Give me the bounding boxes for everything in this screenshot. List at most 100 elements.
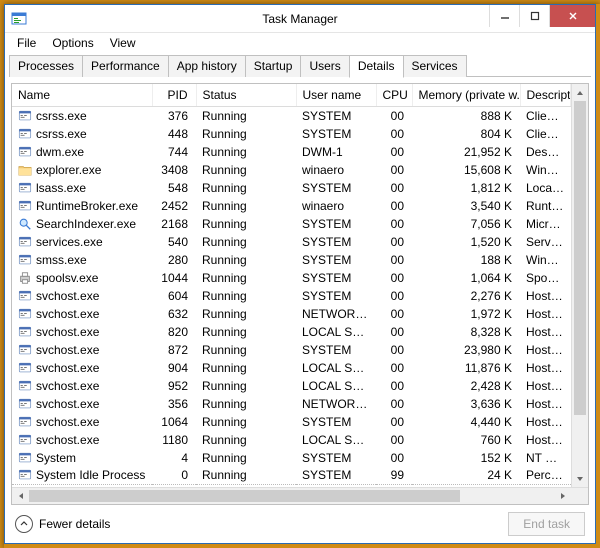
col-status[interactable]: Status <box>196 84 296 107</box>
process-user: SYSTEM <box>296 413 376 431</box>
close-button[interactable] <box>549 5 595 27</box>
process-cpu: 00 <box>376 377 412 395</box>
process-description: Windows <box>520 161 571 179</box>
table-row[interactable]: svchost.exe904RunningLOCAL SE...0011,876… <box>12 359 571 377</box>
col-cpu[interactable]: CPU <box>376 84 412 107</box>
process-table[interactable]: Name PID Status User name CPU Memory (pr… <box>12 84 571 487</box>
table-row[interactable]: csrss.exe376RunningSYSTEM00888 KClient S… <box>12 107 571 125</box>
process-description: Host Proc <box>520 359 571 377</box>
col-memory[interactable]: Memory (private w... <box>412 84 520 107</box>
table-row[interactable]: svchost.exe1064RunningSYSTEM004,440 KHos… <box>12 413 571 431</box>
process-name-cell: System <box>18 451 146 465</box>
process-memory: 23,980 K <box>412 341 520 359</box>
table-row[interactable]: svchost.exe820RunningLOCAL SE...008,328 … <box>12 323 571 341</box>
horizontal-scrollbar[interactable] <box>12 487 588 504</box>
col-user[interactable]: User name <box>296 84 376 107</box>
table-row[interactable]: spoolsv.exe1044RunningSYSTEM001,064 KSpo… <box>12 269 571 287</box>
table-row[interactable]: svchost.exe356RunningNETWORK...003,636 K… <box>12 395 571 413</box>
tab-processes[interactable]: Processes <box>9 55 83 77</box>
process-cpu: 00 <box>376 233 412 251</box>
table-row[interactable]: System4RunningSYSTEM00152 KNT Kernel <box>12 449 571 467</box>
tab-app-history[interactable]: App history <box>168 55 246 77</box>
process-pid: 632 <box>152 305 196 323</box>
process-name-cell: SearchIndexer.exe <box>18 217 146 231</box>
process-user: NETWORK... <box>296 395 376 413</box>
table-row[interactable]: svchost.exe952RunningLOCAL SE...002,428 … <box>12 377 571 395</box>
table-row[interactable]: csrss.exe448RunningSYSTEM00804 KClient S… <box>12 125 571 143</box>
process-memory: 3,636 K <box>412 395 520 413</box>
hscroll-thumb[interactable] <box>29 490 460 502</box>
scroll-left-button[interactable] <box>12 488 29 504</box>
tab-users[interactable]: Users <box>300 55 349 77</box>
vertical-scrollbar[interactable] <box>571 84 588 487</box>
scroll-thumb[interactable] <box>574 101 586 415</box>
process-name-cell: svchost.exe <box>18 343 146 357</box>
table-row[interactable]: services.exe540RunningSYSTEM001,520 KSer… <box>12 233 571 251</box>
table-row[interactable]: System Idle Process0RunningSYSTEM9924 KP… <box>12 467 571 485</box>
maximize-button[interactable] <box>519 5 549 27</box>
table-row[interactable]: explorer.exe3408Runningwinaero0015,608 K… <box>12 161 571 179</box>
app-icon <box>11 11 27 27</box>
table-row[interactable]: svchost.exe872RunningSYSTEM0023,980 KHos… <box>12 341 571 359</box>
process-name-cell: svchost.exe <box>18 433 146 447</box>
process-cpu: 00 <box>376 251 412 269</box>
col-name[interactable]: Name <box>12 84 152 107</box>
menu-options[interactable]: Options <box>44 34 101 52</box>
process-name-cell: dwm.exe <box>18 145 146 159</box>
column-header-row: Name PID Status User name CPU Memory (pr… <box>12 84 571 107</box>
process-name: System Idle Process <box>36 468 145 482</box>
table-row[interactable]: lsass.exe548RunningSYSTEM001,812 KLocal … <box>12 179 571 197</box>
scroll-track[interactable] <box>572 101 588 470</box>
process-status: Running <box>196 341 296 359</box>
process-memory: 804 K <box>412 125 520 143</box>
table-row[interactable]: SearchIndexer.exe2168RunningSYSTEM007,05… <box>12 215 571 233</box>
process-pid: 448 <box>152 125 196 143</box>
end-task-button[interactable]: End task <box>508 512 585 536</box>
process-user: SYSTEM <box>296 467 376 485</box>
menu-view[interactable]: View <box>102 34 144 52</box>
scroll-right-button[interactable] <box>554 488 571 504</box>
process-icon <box>18 379 32 393</box>
hscroll-track[interactable] <box>29 488 554 504</box>
scroll-down-button[interactable] <box>572 470 588 487</box>
col-description[interactable]: Descriptio <box>520 84 571 107</box>
menu-file[interactable]: File <box>9 34 44 52</box>
minimize-button[interactable] <box>489 5 519 27</box>
process-name-cell: RuntimeBroker.exe <box>18 199 146 213</box>
process-user: LOCAL SE... <box>296 431 376 449</box>
process-description: Local Secu <box>520 179 571 197</box>
table-row[interactable]: svchost.exe632RunningNETWORK...001,972 K… <box>12 305 571 323</box>
process-icon <box>18 217 32 231</box>
process-name: spoolsv.exe <box>36 271 98 285</box>
process-pid: 280 <box>152 251 196 269</box>
process-user: winaero <box>296 161 376 179</box>
titlebar[interactable]: Task Manager <box>5 5 595 33</box>
tab-performance[interactable]: Performance <box>82 55 169 77</box>
process-icon <box>18 451 32 465</box>
process-memory: 1,972 K <box>412 305 520 323</box>
window-controls <box>489 5 595 27</box>
table-row[interactable]: smss.exe280RunningSYSTEM00188 KWindows <box>12 251 571 269</box>
table-row[interactable]: svchost.exe604RunningSYSTEM002,276 KHost… <box>12 287 571 305</box>
table-row[interactable]: dwm.exe744RunningDWM-10021,952 KDesktop … <box>12 143 571 161</box>
process-icon <box>18 235 32 249</box>
process-description: Client Ser <box>520 125 571 143</box>
process-status: Running <box>196 161 296 179</box>
tab-startup[interactable]: Startup <box>245 55 302 77</box>
tab-details[interactable]: Details <box>349 55 404 78</box>
process-name-cell: svchost.exe <box>18 361 146 375</box>
col-pid[interactable]: PID <box>152 84 196 107</box>
process-pid: 540 <box>152 233 196 251</box>
process-name: svchost.exe <box>36 433 99 447</box>
scroll-up-button[interactable] <box>572 84 588 101</box>
process-memory: 152 K <box>412 449 520 467</box>
process-memory: 15,608 K <box>412 161 520 179</box>
process-icon <box>18 289 32 303</box>
fewer-details-button[interactable]: Fewer details <box>15 515 110 533</box>
table-row[interactable]: RuntimeBroker.exe2452Runningwinaero003,5… <box>12 197 571 215</box>
table-row[interactable]: svchost.exe1180RunningLOCAL SE...00760 K… <box>12 431 571 449</box>
process-name-cell: lsass.exe <box>18 181 146 195</box>
process-icon <box>18 468 32 482</box>
tab-services[interactable]: Services <box>403 55 467 77</box>
process-name-cell: explorer.exe <box>18 163 146 177</box>
